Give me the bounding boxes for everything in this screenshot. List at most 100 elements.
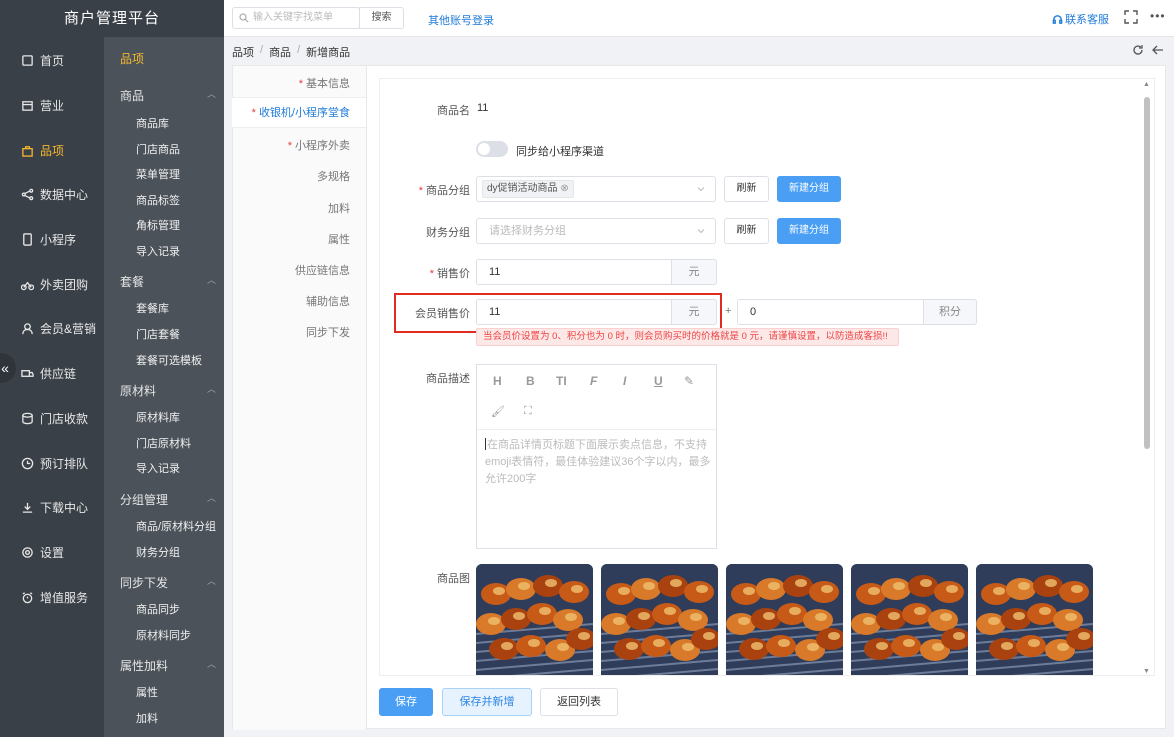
product-image[interactable] [476,564,593,675]
back-to-list-button[interactable]: 返回列表 [540,688,618,716]
subnav-link[interactable]: 菜单管理 [136,166,180,182]
subnav-link[interactable]: 属性 [136,684,158,700]
sidebar-item-settings[interactable]: 设置 [0,537,104,567]
subnav-link[interactable]: 门店套餐 [136,326,180,342]
new-group-button[interactable]: 新建分组 [777,176,841,202]
scrollbar-thumb[interactable] [1144,97,1150,449]
customer-service-link[interactable]: 联系客服 [1052,11,1109,27]
headset-icon [1052,14,1063,24]
member-points-input[interactable]: 0 [737,299,924,325]
subnav-link[interactable]: 财务分组 [136,544,180,560]
breadcrumb-item[interactable]: 品项 [232,44,254,60]
sidebar-item-home[interactable]: 首页 [0,45,104,75]
back-arrow-icon[interactable] [1152,44,1164,56]
tab-attributes[interactable]: 属性 [328,231,350,247]
bold-icon[interactable]: B [526,374,535,388]
subnav-group-combo[interactable]: 套餐 ︿ [120,273,216,290]
subnav-group-grouping[interactable]: 分组管理 ︿ [120,491,216,508]
subnav-link[interactable]: 导入记录 [136,460,180,476]
brush-icon[interactable]: 🖌 [491,405,505,418]
tab-aux-info[interactable]: 辅助信息 [306,293,350,309]
more-icon[interactable]: ••• [1150,9,1166,23]
subnav-link[interactable]: 原材料库 [136,409,180,425]
subnav-group-attrs[interactable]: 属性加料 ︿ [120,657,216,674]
tab-sync-dispatch[interactable]: 同步下发 [306,324,350,340]
sale-price-label: * 销售价 [380,265,470,281]
text-size-icon[interactable]: TI [556,374,567,388]
menu-search-input[interactable]: 输入关键字找菜单 [232,7,360,29]
scroll-down-icon[interactable]: ▼ [1143,668,1150,675]
subnav-link[interactable]: 原材料同步 [136,627,191,643]
product-name-value: 11 [477,102,489,114]
refresh-group-button[interactable]: 刷新 [724,176,769,202]
subnav-link[interactable]: 导入记录 [136,243,180,259]
subnav-link[interactable]: 角标管理 [136,217,180,233]
sale-price-input[interactable]: 11 [476,259,672,285]
tab-mini-takeout[interactable]: * 小程序外卖 [288,137,350,153]
label-text: 销售价 [437,268,470,280]
sidebar-item-member[interactable]: 会员&营销 [0,313,104,343]
save-and-new-button[interactable]: 保存并新增 [442,688,532,716]
group-label: 属性加料 [120,659,169,673]
product-image[interactable] [976,564,1093,675]
sidebar-item-booking[interactable]: 预订排队 [0,448,104,478]
sync-mini-toggle[interactable] [476,141,508,157]
top-bar: 输入关键字找菜单 搜索 其他账号登录 联系客服 ••• [224,0,1174,37]
search-button[interactable]: 搜索 [359,7,404,29]
product-image[interactable] [726,564,843,675]
fullscreen-icon[interactable] [1124,10,1138,24]
subnav-link[interactable]: 门店商品 [136,141,180,157]
subnav-group-goods[interactable]: 商品 ︿ [120,87,216,104]
subnav-link[interactable]: 门店原材料 [136,435,191,451]
new-finance-group-button[interactable]: 新建分组 [777,218,841,244]
heading-icon[interactable]: H [493,374,502,388]
product-image[interactable] [851,564,968,675]
fullscreen-editor-icon[interactable]: ⛶ [524,405,532,418]
customer-service-label: 联系客服 [1065,14,1109,26]
breadcrumb-item[interactable]: 商品 [269,44,291,60]
subnav-link[interactable]: 套餐库 [136,300,169,316]
sidebar-item-data-center[interactable]: 数据中心 [0,179,104,209]
breadcrumb: 品项 / 商品 / 新增商品 [232,44,350,60]
refresh-icon[interactable] [1132,44,1144,56]
tab-addons[interactable]: 加料 [328,200,350,216]
tab-multi-spec[interactable]: 多规格 [317,168,350,184]
member-price-input[interactable]: 11 [476,299,672,325]
label-text: 商品分组 [426,185,470,197]
description-editor[interactable]: H B TI F I U ✎ 🖌 ⛶ 在商品详情页标题下面展示卖点信息，不支持e… [476,364,717,549]
save-button[interactable]: 保存 [379,688,433,716]
sidebar-item-value-added[interactable]: 增值服务 [0,582,104,612]
underline-icon[interactable]: U [654,374,663,388]
sidebar-item-business[interactable]: 营业 [0,90,104,120]
subnav-link[interactable]: 商品/原材料分组 [136,518,216,534]
sidebar-item-payment[interactable]: 门店收款 [0,403,104,433]
subnav-link[interactable]: 加料 [136,710,158,726]
calendar-icon [20,98,34,112]
subnav-link[interactable]: 商品同步 [136,601,180,617]
highlighter-icon[interactable]: ✎ [684,374,694,388]
subnav-link[interactable]: 套餐可选模板 [136,352,202,368]
form-scrollbar[interactable]: ▲ ▼ [1142,79,1152,675]
other-account-login-link[interactable]: 其他账号登录 [428,12,494,28]
refresh-finance-button[interactable]: 刷新 [724,218,769,244]
alarm-icon [20,590,34,604]
finance-group-select[interactable]: 请选择财务分组 [476,218,716,244]
sidebar-item-miniprogram[interactable]: 小程序 [0,224,104,254]
tag-close-icon[interactable]: ⊗ [560,183,568,194]
sidebar-item-supply[interactable]: 供应链 [0,358,104,388]
subnav-group-material[interactable]: 原材料 ︿ [120,382,216,399]
italic-icon[interactable]: I [623,374,626,388]
sidebar-item-items[interactable]: 品项 [0,135,104,165]
sidebar-item-download[interactable]: 下载中心 [0,492,104,522]
font-icon[interactable]: F [590,374,597,388]
tab-supply-info[interactable]: 供应链信息 [295,262,350,278]
subnav-link[interactable]: 商品库 [136,115,169,131]
product-group-select[interactable]: dy促销活动商品 ⊗ [476,176,716,202]
tab-basic-info[interactable]: * 基本信息 [299,75,350,91]
scroll-up-icon[interactable]: ▲ [1143,81,1150,88]
subnav-group-sync[interactable]: 同步下发 ︿ [120,574,216,591]
subnav-link[interactable]: 商品标签 [136,192,180,208]
product-image[interactable] [601,564,718,675]
sidebar-item-takeout[interactable]: 外卖团购 [0,269,104,299]
tab-pos-dinein[interactable]: * 收银机/小程序堂食 [232,97,366,128]
